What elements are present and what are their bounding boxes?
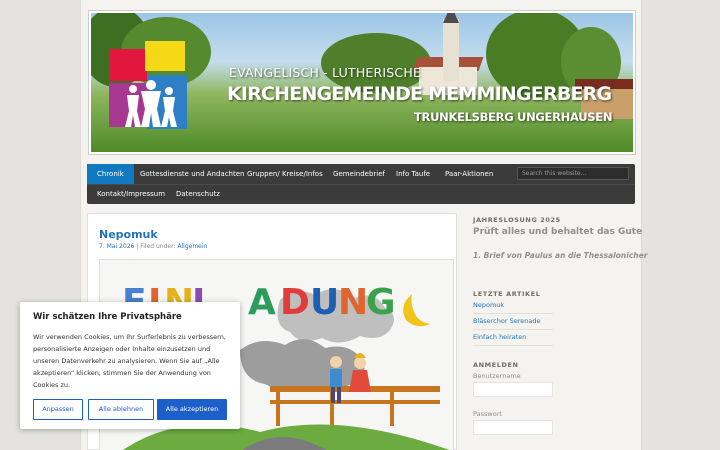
login-title: ANMELDEN xyxy=(473,361,519,369)
illustration-letter-u: U xyxy=(310,282,340,323)
nav-item-gruppen[interactable]: Gruppen/ Kreise/Infos xyxy=(237,164,333,184)
nav-item-gottesdienste[interactable]: Gottesdienste und Andachten xyxy=(130,164,254,184)
post-date[interactable]: 7. Mai 2026 xyxy=(99,243,134,250)
main-nav: Chronik Gottesdienste und Andachten Grup… xyxy=(87,164,635,204)
latest-post-link[interactable]: Bläserchor Serenade xyxy=(473,317,553,330)
latest-posts-title: LETZTE ARTIKEL xyxy=(473,290,541,298)
latest-post-link[interactable]: Nepomuk xyxy=(473,301,553,314)
accept-all-button[interactable]: Alle akzeptieren xyxy=(157,399,227,420)
church-tower xyxy=(443,19,459,81)
illustration-letter-n2: N xyxy=(338,282,369,323)
password-label: Passwort xyxy=(473,410,502,418)
header-banner[interactable]: EVANGELISCH - LUTHERISCHE KIRCHENGEMEIND… xyxy=(91,13,633,152)
jahreslosung-title: JAHRESLOSUNG 2025 xyxy=(473,216,561,224)
nav-item-kontakt[interactable]: Kontakt/Impressum xyxy=(87,184,175,204)
meta-separator: | xyxy=(136,243,139,250)
header-line-2: KIRCHENGEMEINDE MEMMINGERBERG xyxy=(227,83,612,105)
header-line-1: EVANGELISCH - LUTHERISCHE xyxy=(229,65,422,80)
post-title[interactable]: Nepomuk xyxy=(99,228,158,241)
illustration-letter-a: A xyxy=(248,282,276,323)
site-header: EVANGELISCH - LUTHERISCHE KIRCHENGEMEIND… xyxy=(88,10,636,155)
nav-item-info-taufe[interactable]: Info Taufe xyxy=(386,164,440,184)
password-input[interactable] xyxy=(473,420,553,435)
cookie-title: Wir schätzen Ihre Privatsphäre xyxy=(33,312,182,322)
jahreslosung-reference: 1. Brief von Paulus an die Thessaloniche… xyxy=(473,251,648,260)
header-line-3: TRUNKELSBERG UNGERHAUSEN xyxy=(414,110,613,124)
nav-item-datenschutz[interactable]: Datenschutz xyxy=(166,184,230,204)
post-meta: 7. Mai 2026 | Filed under: Allgemein xyxy=(99,243,207,250)
illustration-letter-d: D xyxy=(280,282,310,323)
latest-post-link[interactable]: Einfach heiraten xyxy=(473,333,553,346)
username-input[interactable] xyxy=(473,382,553,397)
church-spire xyxy=(443,13,459,23)
nav-item-gemeindebrief[interactable]: Gemeindebrief xyxy=(323,164,395,184)
illustration-letter-g: G xyxy=(366,282,396,323)
jahreslosung-verse: Prüft alles und behaltet das Gute xyxy=(473,227,643,237)
cookie-text: Wir verwenden Cookies, um Ihr Surferlebn… xyxy=(33,333,226,389)
people-logo-icon xyxy=(125,80,177,127)
nav-item-chronik[interactable]: Chronik xyxy=(87,164,134,184)
cookie-consent-dialog: Wir schätzen Ihre Privatsphäre Wir verwe… xyxy=(20,302,240,429)
logo-block-yellow xyxy=(145,41,185,71)
filed-under-label: Filed under: xyxy=(140,243,176,250)
customize-button[interactable]: Anpassen xyxy=(33,399,83,420)
search-input[interactable]: Search this website... xyxy=(517,167,629,180)
username-label: Benutzername xyxy=(473,372,521,380)
reject-all-button[interactable]: Alle ablehnen xyxy=(88,399,154,420)
nav-item-paar-aktionen[interactable]: Paar-Aktionen xyxy=(435,164,503,184)
post-category-link[interactable]: Allgemein xyxy=(177,243,207,250)
